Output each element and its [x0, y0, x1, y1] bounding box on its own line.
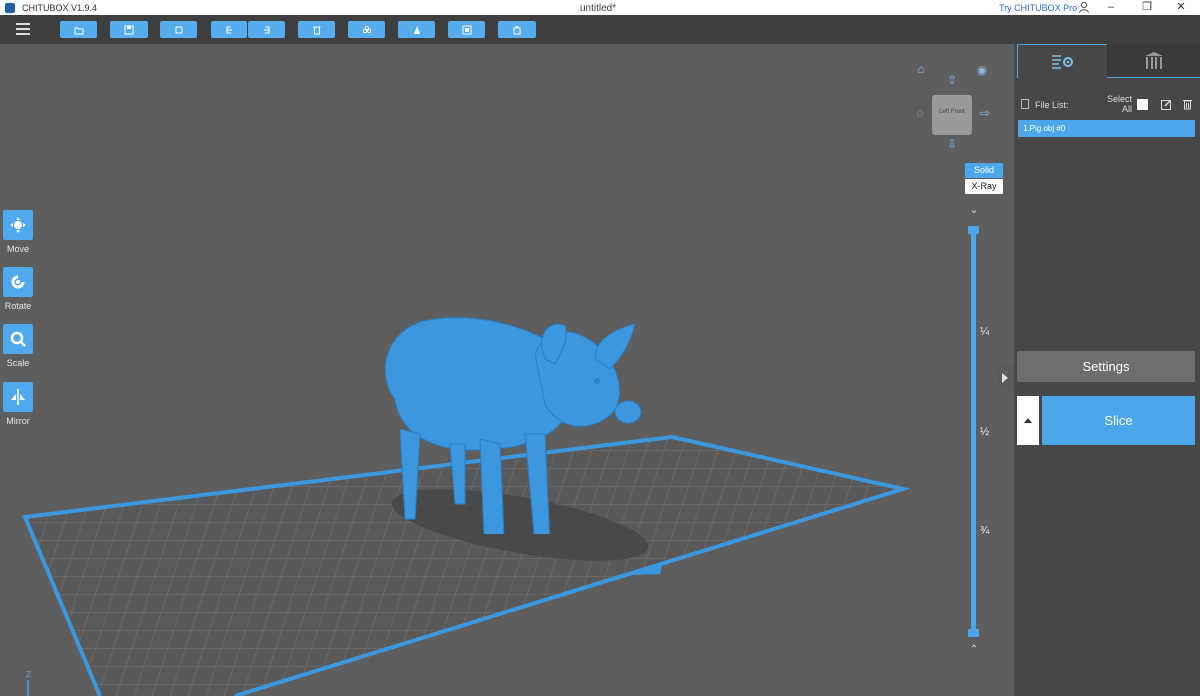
chevron-right-icon [1002, 373, 1008, 383]
rotate-right-icon[interactable]: ⇨ [978, 106, 992, 120]
repair-button[interactable] [498, 21, 536, 38]
xray-mode-button[interactable]: X-Ray [965, 179, 1003, 194]
rotate-up-icon[interactable]: ⇧ [945, 73, 959, 87]
rotate-down-icon[interactable]: ⇩ [945, 137, 959, 151]
view-cube-faces: Left Front [939, 109, 965, 115]
slider-down-chevron-icon[interactable]: ⌄ [968, 205, 980, 216]
rotate-label: Rotate [4, 301, 32, 311]
slider-tick-quarter: ¼ [980, 326, 990, 338]
edit-icon[interactable] [1161, 99, 1172, 110]
document-title: untitled* [580, 3, 617, 14]
scale-icon [10, 331, 26, 347]
slider-tick-three-quarters: ¾ [980, 525, 990, 537]
open-file-button[interactable] [60, 21, 97, 38]
undo-button[interactable] [211, 21, 247, 38]
slice-options-dropdown[interactable] [1017, 396, 1039, 445]
user-icon[interactable] [1078, 1, 1090, 13]
scale-label: Scale [6, 358, 30, 368]
menu-icon[interactable] [16, 23, 30, 35]
delete-button[interactable] [298, 21, 335, 38]
import-button[interactable] [160, 21, 197, 38]
axis-z-label: Z [26, 670, 31, 679]
rotate-icon [11, 275, 25, 289]
slice-button[interactable]: Slice [1042, 396, 1195, 445]
app-logo-icon [5, 3, 15, 13]
move-label: Move [6, 244, 29, 254]
select-all-label: Select All [1106, 94, 1132, 114]
minimize-button[interactable]: – [1104, 1, 1118, 13]
caret-up-icon [1024, 418, 1032, 423]
solid-mode-button[interactable]: Solid [965, 163, 1003, 178]
home-view-icon[interactable]: ⌂ [914, 62, 928, 76]
tab-printer[interactable] [1107, 44, 1200, 78]
file-list-item[interactable]: 1.Pig.obj #0 [1018, 120, 1195, 137]
mirror-tool[interactable]: Mirror [3, 382, 33, 426]
view-cube[interactable]: Left Front [932, 95, 972, 135]
try-pro-link[interactable]: Try CHITUBOX Pro [999, 3, 1077, 13]
slider-up-chevron-icon[interactable]: ⌃ [968, 644, 980, 655]
hollow-button[interactable] [398, 21, 435, 38]
title-bar: CHITUBOX V1.9.4 untitled* Try CHITUBOX P… [0, 0, 1200, 15]
rotate-tool[interactable]: Rotate [3, 267, 33, 311]
settings-button[interactable]: Settings [1017, 351, 1195, 382]
layer-slider-track[interactable] [971, 230, 976, 633]
slider-tick-half: ½ [980, 426, 990, 438]
scale-tool[interactable]: Scale [3, 324, 33, 368]
app-name: CHITUBOX V1.9.4 [22, 3, 98, 13]
mirror-icon [11, 389, 25, 405]
printer-icon [1145, 52, 1163, 69]
pig-model[interactable] [365, 314, 665, 534]
3d-viewport[interactable]: Move Rotate Scale Mirror Z Y X [0, 44, 1012, 696]
file-settings-icon [1052, 55, 1073, 69]
eye-icon[interactable]: ◉ [975, 63, 989, 77]
file-list-label: File List: [1035, 100, 1069, 110]
redo-button[interactable] [248, 21, 285, 38]
restore-button[interactable]: ❐ [1140, 1, 1154, 13]
close-button[interactable]: ✕ [1174, 1, 1188, 13]
file-list-icon [1021, 99, 1029, 109]
main-toolbar [0, 15, 1200, 44]
layer-slider-top-handle[interactable] [968, 226, 979, 234]
axis-indicator: Z Y X [8, 670, 58, 696]
support-button[interactable] [348, 21, 385, 38]
move-tool[interactable]: Move [3, 210, 33, 254]
mirror-label: Mirror [6, 416, 30, 426]
rotate-left-icon[interactable]: ◌ [913, 106, 927, 120]
trash-icon[interactable] [1182, 98, 1193, 110]
tab-file-settings[interactable] [1017, 44, 1108, 78]
move-icon [10, 217, 26, 233]
layer-slider-bottom-handle[interactable] [968, 629, 979, 637]
dig-hole-button[interactable] [448, 21, 485, 38]
save-file-button[interactable] [110, 21, 148, 38]
select-all-checkbox[interactable] [1137, 99, 1148, 110]
